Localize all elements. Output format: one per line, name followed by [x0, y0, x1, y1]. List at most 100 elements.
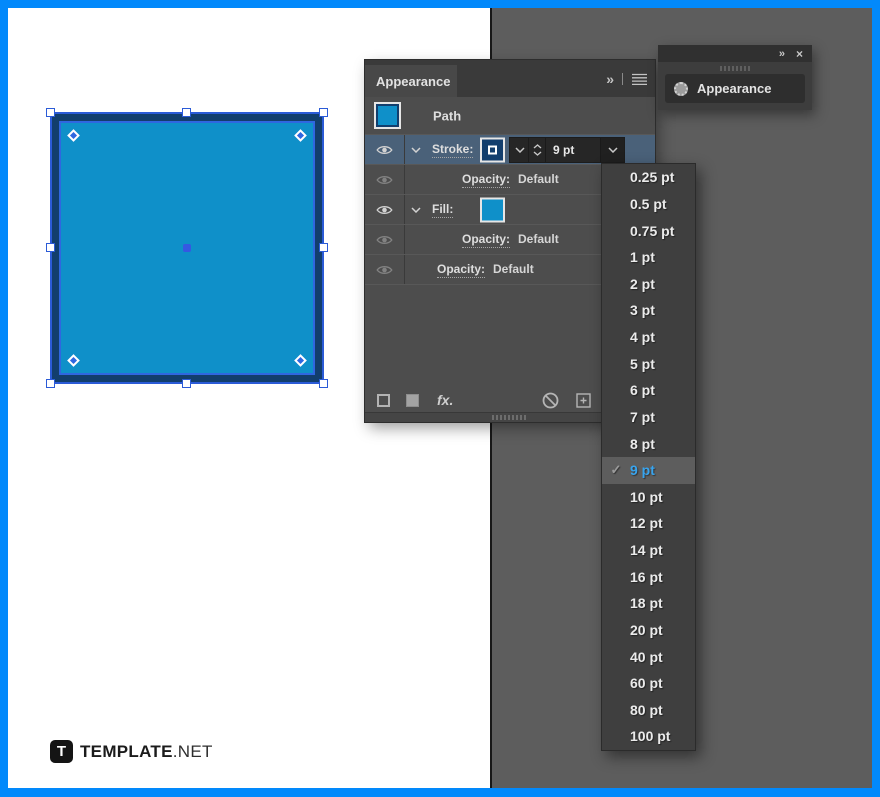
- stroke-weight-option-label: 1 pt: [630, 249, 655, 265]
- stroke-weight-option[interactable]: 100 pt: [602, 723, 695, 750]
- watermark-brand: TEMPLATE: [80, 742, 173, 761]
- opacity-value: Default: [493, 262, 534, 276]
- stroke-weight-option[interactable]: 12 pt: [602, 510, 695, 537]
- stroke-weight-option-label: 6 pt: [630, 382, 655, 398]
- add-new-stroke-icon[interactable]: [377, 394, 390, 407]
- stroke-weight-option[interactable]: 3 pt: [602, 297, 695, 324]
- stroke-weight-option-label: 40 pt: [630, 649, 663, 665]
- selection-handle-bottom-left[interactable]: [46, 379, 55, 388]
- visibility-eye-icon[interactable]: [376, 204, 393, 216]
- dock-body: Appearance: [658, 62, 812, 110]
- opacity-value: Default: [518, 172, 559, 186]
- stroke-weight-option-label: 3 pt: [630, 302, 655, 318]
- stroke-weight-option-label: 9 pt: [630, 462, 655, 478]
- add-new-effect-icon[interactable]: fx.: [437, 392, 453, 408]
- stroke-weight-option[interactable]: 20 pt: [602, 617, 695, 644]
- watermark-suffix: .NET: [173, 742, 213, 761]
- stroke-weight-option[interactable]: 18 pt: [602, 590, 695, 617]
- dock-drag-grip[interactable]: [720, 66, 750, 71]
- duplicate-item-icon[interactable]: [576, 393, 591, 408]
- stroke-weight-option[interactable]: 7 pt: [602, 404, 695, 431]
- stroke-weight-option-label: 12 pt: [630, 515, 663, 531]
- stroke-weight-option[interactable]: ✓ 9 pt: [602, 457, 695, 484]
- stroke-weight-dropdown-button[interactable]: [601, 138, 624, 162]
- appearance-icon: [674, 82, 688, 96]
- stroke-weight-option[interactable]: 14 pt: [602, 537, 695, 564]
- center-point[interactable]: [183, 244, 191, 252]
- stroke-weight-option-label: 80 pt: [630, 702, 663, 718]
- clear-appearance-icon[interactable]: [542, 392, 559, 409]
- collapse-to-icons-icon[interactable]: »: [606, 71, 613, 87]
- opacity-link[interactable]: Opacity:: [462, 172, 510, 188]
- stroke-weight-option-label: 0.5 pt: [630, 196, 667, 212]
- stroke-weight-option[interactable]: 2 pt: [602, 271, 695, 298]
- selection-handle-top-right[interactable]: [319, 108, 328, 117]
- collapsed-panel-dock: » × Appearance: [658, 45, 812, 110]
- stroke-weight-option-label: 0.75 pt: [630, 223, 674, 239]
- stroke-weight-option-label: 0.25 pt: [630, 169, 674, 185]
- checkmark-icon: ✓: [608, 462, 624, 478]
- selection-handle-top-middle[interactable]: [182, 108, 191, 117]
- selection-handle-bottom-right[interactable]: [319, 379, 328, 388]
- stroke-weight-option[interactable]: 8 pt: [602, 430, 695, 457]
- appearance-button-label: Appearance: [697, 81, 771, 96]
- stroke-weight-option-label: 18 pt: [630, 595, 663, 611]
- stroke-weight-option[interactable]: 0.5 pt: [602, 191, 695, 218]
- visibility-eye-icon[interactable]: [376, 174, 393, 186]
- selection-handle-bottom-middle[interactable]: [182, 379, 191, 388]
- stroke-weight-option-label: 20 pt: [630, 622, 663, 638]
- stroke-weight-option-label: 2 pt: [630, 276, 655, 292]
- stroke-swatch-dropdown-icon[interactable]: [509, 137, 530, 163]
- appearance-panel-header: Appearance »: [365, 60, 655, 97]
- fill-color-swatch[interactable]: [480, 197, 505, 222]
- stroke-weight-option[interactable]: 6 pt: [602, 377, 695, 404]
- tab-appearance[interactable]: Appearance: [365, 65, 457, 97]
- path-thumbnail: [374, 102, 401, 129]
- visibility-eye-icon[interactable]: [376, 234, 393, 246]
- illustrator-workspace: T TEMPLATE.NET Appearance » Path Stroke:: [0, 0, 880, 797]
- add-new-fill-icon[interactable]: [406, 394, 419, 407]
- stroke-weight-option-label: 60 pt: [630, 675, 663, 691]
- stroke-weight-option[interactable]: 80 pt: [602, 697, 695, 724]
- stroke-weight-option[interactable]: 1 pt: [602, 244, 695, 271]
- close-icon[interactable]: ×: [796, 48, 803, 60]
- stroke-weight-option[interactable]: 0.75 pt: [602, 217, 695, 244]
- selection-handle-middle-right[interactable]: [319, 243, 328, 252]
- stroke-weight-option[interactable]: 60 pt: [602, 670, 695, 697]
- selection-handle-top-left[interactable]: [46, 108, 55, 117]
- stroke-weight-value[interactable]: 9 pt: [546, 138, 601, 162]
- stroke-weight-option[interactable]: 0.25 pt: [602, 164, 695, 191]
- path-label: Path: [433, 108, 461, 123]
- stroke-weight-option-label: 14 pt: [630, 542, 663, 558]
- expand-panels-icon[interactable]: »: [779, 48, 784, 60]
- visibility-eye-icon[interactable]: [376, 144, 393, 156]
- fill-label[interactable]: Fill:: [432, 202, 453, 218]
- stroke-weight-option-label: 7 pt: [630, 409, 655, 425]
- stroke-weight-option[interactable]: 5 pt: [602, 350, 695, 377]
- opacity-link[interactable]: Opacity:: [437, 262, 485, 278]
- stroke-weight-option-label: 16 pt: [630, 569, 663, 585]
- stroke-color-swatch[interactable]: [480, 137, 505, 162]
- stroke-weight-option-label: 100 pt: [630, 728, 670, 744]
- stroke-weight-stepper[interactable]: [529, 138, 546, 162]
- chevron-down-icon[interactable]: [411, 207, 421, 213]
- stroke-weight-option[interactable]: 10 pt: [602, 484, 695, 511]
- selection-handle-middle-left[interactable]: [46, 243, 55, 252]
- stroke-weight-option-label: 8 pt: [630, 436, 655, 452]
- stroke-weight-option-label: 5 pt: [630, 356, 655, 372]
- opacity-link[interactable]: Opacity:: [462, 232, 510, 248]
- appearance-panel-button[interactable]: Appearance: [665, 74, 805, 103]
- template-logo-icon: T: [50, 740, 73, 763]
- chevron-down-icon[interactable]: [411, 147, 421, 153]
- appearance-row-path[interactable]: Path: [365, 97, 655, 135]
- visibility-eye-icon[interactable]: [376, 264, 393, 276]
- stroke-weight-option[interactable]: 4 pt: [602, 324, 695, 351]
- stroke-weight-option[interactable]: 40 pt: [602, 643, 695, 670]
- stroke-weight-dropdown: 0.25 pt 0.5 pt 0.75 pt 1 pt 2 pt 3 pt 4 pt 5 pt…: [601, 163, 696, 751]
- stroke-weight-option[interactable]: 16 pt: [602, 563, 695, 590]
- stroke-label[interactable]: Stroke:: [432, 142, 473, 158]
- template-net-watermark: T TEMPLATE.NET: [50, 740, 213, 763]
- panel-menu-icon[interactable]: [622, 73, 647, 85]
- appearance-row-stroke[interactable]: Stroke: 9 pt: [365, 135, 655, 165]
- selected-rectangle[interactable]: [50, 112, 324, 384]
